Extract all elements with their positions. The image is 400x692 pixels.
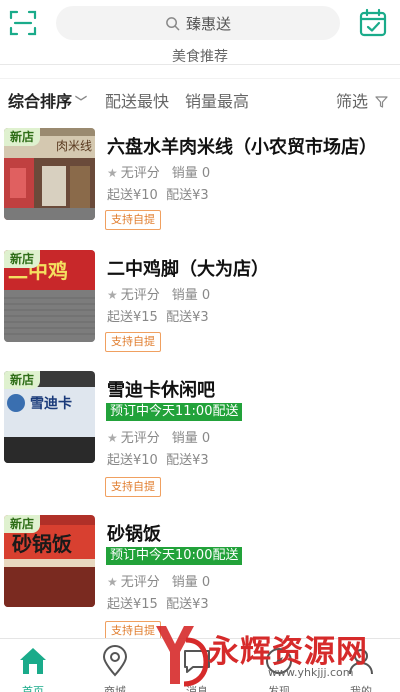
sales-count: 销量 0: [171, 431, 211, 446]
min-order: 起送¥10: [107, 188, 158, 203]
rating-text: 无评分: [120, 431, 160, 446]
tab-label: 消息: [186, 685, 208, 692]
divider: [0, 64, 400, 65]
sort-comprehensive[interactable]: 综合排序 ﹀: [8, 88, 87, 112]
shop-sign-text: 雪迪卡: [30, 395, 72, 412]
star-icon: ★: [107, 575, 118, 589]
sort-bar: 综合排序 ﹀ 配送最快 销量最高 筛选: [0, 80, 400, 118]
tab-home[interactable]: 首页: [3, 641, 63, 692]
delivery-fee: 配送¥3: [166, 188, 209, 203]
message-icon: [184, 650, 210, 673]
new-shop-badge: 新店: [4, 128, 40, 146]
min-order: 起送¥15: [107, 310, 158, 325]
preorder-tag: 预订中今天10:00配送: [106, 547, 243, 565]
shop-name: 六盘水羊肉米线（小农贸市场店）: [107, 137, 377, 158]
search-text: 臻惠送: [185, 14, 231, 33]
preorder-tag: 预订中今天11:00配送: [106, 403, 243, 421]
sales-count: 销量 0: [171, 575, 211, 590]
shop-rating-row: ★ 无评分 销量 0: [107, 162, 210, 181]
sort-label: 配送最快: [105, 92, 170, 111]
tab-label: 商城: [104, 685, 126, 692]
profile-icon: [349, 649, 373, 675]
tab-mall[interactable]: 商城: [85, 641, 145, 692]
rating-text: 无评分: [120, 575, 160, 590]
pickup-tag: 支持自提: [105, 477, 161, 497]
sales-count: 销量 0: [171, 166, 211, 181]
section-banner: 美食推荐: [0, 46, 400, 64]
search-icon: [166, 16, 180, 30]
home-icon: [20, 648, 46, 674]
shop-name: 砂锅饭: [107, 524, 161, 545]
top-header: 臻惠送: [0, 0, 400, 46]
sort-label: 综合排序: [8, 92, 73, 111]
star-icon: ★: [107, 288, 118, 302]
filter-icon: [375, 96, 388, 108]
shop-card[interactable]: 二中鸡 新店 二中鸡脚（大为店） ★ 无评分 销量 0 起送¥15 配送¥3 支持自…: [0, 250, 400, 372]
shop-rating-row: ★ 无评分 销量 0: [107, 427, 210, 446]
min-order: 起送¥15: [107, 597, 158, 612]
star-icon: ★: [107, 431, 118, 445]
shop-card[interactable]: 雪迪卡 新店 雪迪卡休闲吧 预订中今天11:00配送 ★ 无评分 销量 0 起送¥1…: [0, 371, 400, 497]
shop-name: 雪迪卡休闲吧: [107, 380, 215, 401]
tab-messages[interactable]: 消息: [167, 641, 227, 692]
sales-count: 销量 0: [171, 288, 211, 303]
shop-name: 二中鸡脚（大为店）: [107, 259, 269, 280]
shop-fee-row: 起送¥15 配送¥3: [107, 306, 209, 325]
sort-best-selling[interactable]: 销量最高: [185, 88, 249, 112]
shop-fee-row: 起送¥10 配送¥3: [107, 449, 209, 468]
shop-rating-row: ★ 无评分 销量 0: [107, 571, 210, 590]
location-icon: [102, 645, 128, 677]
star-icon: ★: [107, 166, 118, 180]
rating-text: 无评分: [120, 166, 160, 181]
shop-fee-row: 起送¥15 配送¥3: [107, 593, 209, 612]
shop-sign-text: 肉米线: [56, 139, 92, 153]
divider: [0, 78, 400, 79]
discover-icon: [266, 648, 292, 674]
shop-card[interactable]: 肉米线 新店 六盘水羊肉米线（小农贸市场店） ★ 无评分 销量 0 起送¥10 配送…: [0, 128, 400, 250]
tab-discover[interactable]: 发现: [249, 641, 309, 692]
section-banner-title: 美食推荐: [172, 49, 228, 64]
search-bar[interactable]: 臻惠送: [56, 6, 340, 40]
rating-text: 无评分: [120, 288, 160, 303]
tab-label: 我的: [350, 685, 372, 692]
scan-icon[interactable]: [9, 9, 37, 37]
filter-label: 筛选: [336, 92, 369, 111]
shop-fee-row: 起送¥10 配送¥3: [107, 184, 209, 203]
delivery-fee: 配送¥3: [166, 597, 209, 612]
chevron-down-icon: ﹀: [75, 95, 88, 109]
delivery-fee: 配送¥3: [166, 310, 209, 325]
delivery-fee: 配送¥3: [166, 453, 209, 468]
new-shop-badge: 新店: [4, 250, 40, 268]
new-shop-badge: 新店: [4, 371, 40, 389]
shop-sign-text: 砂锅饭: [12, 532, 72, 556]
min-order: 起送¥10: [107, 453, 158, 468]
pickup-tag: 支持自提: [105, 210, 161, 230]
tab-label: 发现: [268, 685, 290, 692]
sort-fastest[interactable]: 配送最快: [105, 88, 169, 112]
tab-profile[interactable]: 我的: [331, 641, 391, 692]
pickup-tag: 支持自提: [105, 332, 161, 352]
sort-label: 销量最高: [185, 92, 250, 111]
new-shop-badge: 新店: [4, 515, 40, 533]
calendar-icon[interactable]: [358, 8, 388, 38]
shop-card[interactable]: 砂锅饭 新店 砂锅饭 预订中今天10:00配送 ★ 无评分 销量 0 起送¥15 配…: [0, 515, 400, 641]
tab-label: 首页: [22, 685, 44, 692]
filter-button[interactable]: 筛选: [336, 88, 388, 112]
bottom-tab-bar: 首页 商城 消息 发现 我的: [0, 638, 400, 692]
shop-rating-row: ★ 无评分 销量 0: [107, 284, 210, 303]
